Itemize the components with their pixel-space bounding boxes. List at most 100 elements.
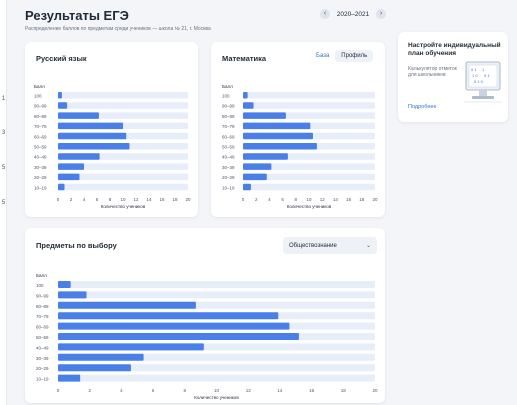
bar-track	[243, 102, 375, 109]
bar	[58, 333, 299, 340]
bar	[243, 122, 311, 130]
category-label: 70–79	[36, 314, 49, 319]
x-tick-label: 4	[83, 197, 86, 202]
bar	[243, 173, 267, 181]
year-switcher: ‹ 2020–2021 ›	[320, 8, 386, 20]
x-tick-label: 14	[277, 388, 283, 393]
russian-card-title: Русский язык	[36, 54, 87, 63]
math-level-toggle: База Профиль	[310, 50, 374, 62]
russian-chart: Балл10090–9980–8970–7960–6950–5940–4930–…	[34, 84, 191, 209]
bar	[58, 102, 68, 109]
bar	[243, 92, 248, 99]
bar-track	[243, 183, 375, 191]
promo-subtitle: Калькулятор отметок для школьников	[408, 66, 457, 78]
next-year-button[interactable]: ›	[375, 9, 386, 19]
x-tick-label: 6	[281, 197, 284, 202]
x-tick-label: 14	[333, 197, 339, 202]
category-label: 80–89	[36, 304, 49, 309]
math-chart: Балл10090–9980–8970–7960–6950–5940–4930–…	[222, 84, 378, 209]
bar	[243, 132, 313, 140]
category-label: 10–19	[222, 185, 235, 190]
bar	[58, 364, 131, 372]
category-label: 30–39	[36, 356, 49, 361]
page-subtitle: Распределение баллов по предметам среди …	[25, 26, 211, 32]
category-label: 10–19	[34, 185, 47, 190]
x-tick-label: 20	[372, 388, 378, 393]
category-label: 80–89	[34, 114, 47, 119]
bar	[58, 143, 130, 150]
bar	[58, 173, 80, 181]
category-label: 50–59	[222, 145, 235, 150]
sidebar-item-count[interactable]: 3	[0, 130, 7, 136]
x-tick-label: 18	[172, 197, 178, 202]
bar	[58, 183, 65, 191]
bar-track	[243, 92, 375, 99]
computer-illustration-icon: 0 11 1 00 1 0 1 0	[464, 61, 502, 103]
sidebar-item-count[interactable]: 5	[0, 165, 7, 171]
bar	[243, 163, 272, 170]
bar-track	[58, 183, 188, 191]
svg-text:0 1 0: 0 1 0	[474, 79, 484, 84]
bar	[58, 281, 71, 288]
x-tick-label: 14	[146, 197, 152, 202]
x-tick-label: 2	[255, 197, 258, 202]
elective-card-title: Предметы по выбору	[36, 241, 117, 250]
x-tick-label: 20	[185, 197, 191, 202]
bar	[243, 153, 288, 160]
category-label: 50–59	[34, 145, 47, 150]
x-tick-label: 8	[184, 388, 187, 393]
toggle-profile[interactable]: Профиль	[335, 50, 374, 62]
category-label: 100	[222, 94, 230, 99]
x-tick-label: 16	[346, 197, 352, 202]
bar	[58, 301, 196, 309]
category-label: 10–19	[36, 377, 49, 382]
bar	[58, 112, 99, 119]
category-label: 90–99	[34, 104, 47, 109]
svg-text:0 1: 0 1	[484, 73, 490, 78]
category-label: 100	[34, 94, 42, 99]
promo-more-link[interactable]: Подробнее	[408, 104, 437, 110]
bar	[243, 183, 251, 191]
x-tick-label: 18	[359, 197, 365, 202]
bar-track	[58, 281, 375, 288]
bar	[243, 112, 286, 119]
chevron-left-icon: ‹	[323, 10, 327, 17]
x-tick-label: 10	[120, 197, 126, 202]
bar-track	[58, 102, 188, 109]
svg-text:1 0: 1 0	[472, 73, 478, 78]
x-tick-label: 2	[88, 388, 91, 393]
sidebar-item-count[interactable]: 1	[0, 96, 7, 102]
promo-title: Настройте индивидуальный план обучения	[408, 42, 501, 57]
category-label: 90–99	[36, 293, 49, 298]
category-label: 40–49	[222, 155, 235, 160]
x-tick-label: 4	[268, 197, 271, 202]
svg-text:0 1: 0 1	[471, 67, 477, 72]
category-label: 30–39	[222, 165, 235, 170]
bar-track	[58, 92, 188, 99]
bar	[58, 153, 100, 160]
category-label: 20–29	[36, 366, 49, 371]
subject-select[interactable]: Обществознание ⌄	[283, 237, 377, 254]
page-title: Результаты ЕГЭ	[25, 8, 129, 23]
category-label: 40–49	[36, 345, 49, 350]
category-label: 20–29	[34, 175, 47, 180]
bar	[58, 92, 62, 99]
sidebar-item-count[interactable]: 5	[0, 200, 7, 206]
x-tick-label: 2	[70, 197, 73, 202]
prev-year-button[interactable]: ‹	[320, 9, 330, 19]
y-axis-title: Балл	[34, 84, 45, 89]
bar	[58, 163, 84, 170]
x-tick-label: 6	[96, 197, 99, 202]
bar	[58, 291, 87, 299]
x-tick-label: 6	[152, 388, 155, 393]
x-tick-label: 8	[109, 197, 112, 202]
x-tick-label: 0	[57, 197, 60, 202]
category-label: 100	[36, 283, 44, 288]
x-tick-label: 16	[159, 197, 165, 202]
toggle-base[interactable]: База	[310, 50, 335, 62]
bar	[58, 353, 144, 361]
bar-track	[58, 374, 375, 382]
x-tick-label: 12	[246, 388, 252, 393]
x-tick-label: 18	[341, 388, 347, 393]
chevron-right-icon: ›	[379, 10, 383, 17]
